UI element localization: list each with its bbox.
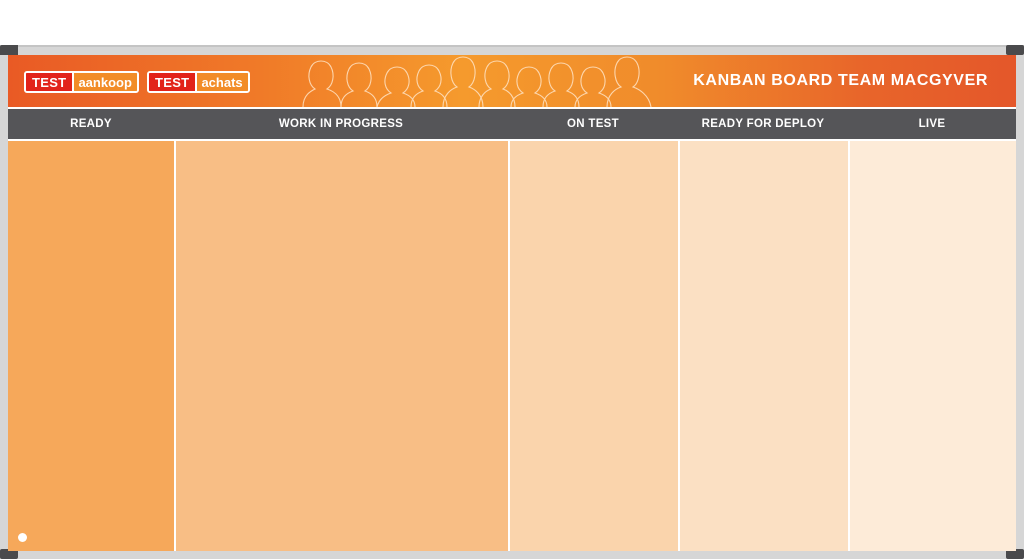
column-header-live: LIVE xyxy=(918,118,946,130)
kanban-board: TEST aankoop TEST achats KANBAN BOARD TE… xyxy=(8,55,1016,551)
column-header-work-in-progress: WORK IN PROGRESS xyxy=(278,118,404,130)
test-aankoop-logo: TEST aankoop xyxy=(24,71,139,93)
column-live-lane[interactable] xyxy=(848,141,1016,551)
column-ready-lane[interactable] xyxy=(8,141,174,551)
frame-corner-top-right xyxy=(1006,45,1024,55)
logo-test-label: TEST xyxy=(26,73,73,91)
column-ready-for-deploy-lane[interactable] xyxy=(678,141,848,551)
logo-brand-label: achats xyxy=(195,73,248,91)
column-header-ready: READY xyxy=(70,118,112,130)
frame-corner-top-left xyxy=(0,45,18,55)
column-work-in-progress-lane[interactable] xyxy=(174,141,508,551)
column-header-ready-for-deploy: READY FOR DEPLOY xyxy=(701,118,825,130)
leaf-logo-icon xyxy=(18,533,27,542)
column-header-row: READY WORK IN PROGRESS ON TEST READY FOR… xyxy=(8,109,1016,139)
kanban-columns xyxy=(8,141,1016,551)
board-banner: TEST aankoop TEST achats KANBAN BOARD TE… xyxy=(8,55,1016,107)
logo-brand-label: aankoop xyxy=(72,73,137,91)
column-header-on-test: ON TEST xyxy=(567,118,619,130)
test-achats-logo: TEST achats xyxy=(147,71,250,93)
logo-test-label: TEST xyxy=(149,73,196,91)
board-title: KANBAN BOARD TEAM MACGYVER xyxy=(693,72,988,89)
people-silhouettes-illustration xyxy=(302,56,652,107)
column-on-test-lane[interactable] xyxy=(508,141,678,551)
